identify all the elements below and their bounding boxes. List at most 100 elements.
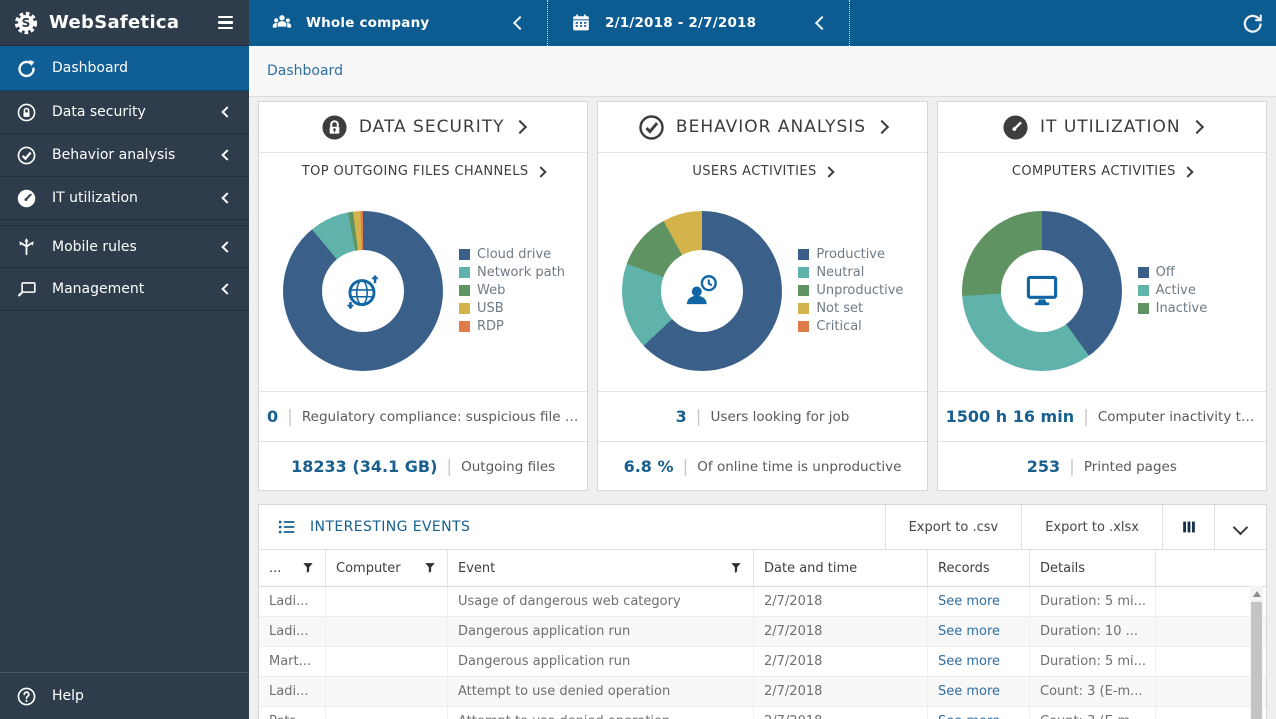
column-header-[interactable]: ... [259,550,326,586]
card-title-link[interactable]: BEHAVIOR ANALYSIS [598,102,927,153]
sidebar-item-help[interactable]: Help [0,672,249,719]
behavior-analysis-icon [16,145,37,166]
column-header-dateandtime[interactable]: Date and time [754,550,928,586]
see-more-link[interactable]: See more [928,647,1030,676]
menu-toggle-icon[interactable] [216,12,235,34]
sidebar-item-dashboard[interactable]: Dashboard [0,46,249,91]
legend-item: Unproductive [798,283,903,298]
legend-item: Inactive [1137,301,1207,316]
column-header-label: Event [458,560,496,576]
date-range-selector[interactable]: 2/1/2018 - 2/7/2018 [548,0,850,46]
chart-legend: Productive Neutral Unproductive Not set Crit… [798,247,903,334]
topbar-actions [850,0,1276,46]
table-cell: 2/7/2018 [754,707,928,719]
see-more-link[interactable]: See more [928,617,1030,646]
breadcrumb[interactable]: Dashboard [267,63,343,79]
chevron-left-icon [221,106,233,118]
events-panel-header: INTERESTING EVENTS Export to .csv Export… [259,505,1266,550]
filter-icon [729,561,743,575]
main-content: DATA SECURITY TOP OUTGOING FILES CHANNELS… [249,97,1276,719]
table-cell [326,707,448,719]
table-row[interactable]: Petr... Attempt to use denied operation2/… [259,707,1266,719]
dashboard-icon [16,58,37,79]
card-subtitle-link[interactable]: TOP OUTGOING FILES CHANNELS [259,153,587,190]
help-label: Help [52,688,84,704]
table-scrollbar[interactable] [1250,586,1263,719]
stat-value: 1500 h 16 min [945,407,1075,426]
sidebar-item-mobile-rules[interactable]: Mobile rules [0,225,249,268]
refresh-icon [1241,12,1264,35]
table-cell [326,647,448,676]
column-header-event[interactable]: Event [448,550,754,586]
collapse-panel-button[interactable] [1214,505,1266,549]
data-security-icon [16,102,37,123]
donut-chart [283,210,443,371]
table-row[interactable]: Ladi... Dangerous application run 2/7/2018… [259,617,1266,647]
sidebar-item-management[interactable]: Management [0,268,249,311]
table-cell: Ladi... [259,677,326,706]
sidebar-item-it-utilization[interactable]: IT utilization [0,177,249,220]
globe-sync-icon [340,268,386,314]
table-cell: Duration: 10 ... [1030,617,1156,646]
table-cell: Mart... [259,647,326,676]
table-cell [326,617,448,646]
events-table-header: ... Computer Event Date and time Records Deta… [259,550,1266,587]
dashboard-cards: DATA SECURITY TOP OUTGOING FILES CHANNELS… [258,101,1267,491]
table-cell: 2/7/2018 [754,647,928,676]
topbar: Whole company 2/1/2018 - 2/7/2018 [249,0,1276,46]
table-row[interactable]: Mart... Dangerous application run 2/7/2018… [259,647,1266,677]
donut-chart-row: Cloud drive Network path Web USB RDP [259,190,587,391]
scrollbar-thumb[interactable] [1251,602,1262,719]
column-header-computer[interactable]: Computer [326,550,448,586]
legend-label: Web [477,283,506,298]
it-utilization-badge-icon [1002,114,1029,141]
refresh-button[interactable] [1241,12,1264,35]
column-chooser-button[interactable] [1162,505,1214,549]
donut-chart-row: Off Active Inactive [938,190,1266,391]
chevron-right-icon [874,119,890,135]
scope-selector[interactable]: Whole company [249,0,548,46]
table-cell: 2/7/2018 [754,617,928,646]
legend-item: Not set [798,301,903,316]
table-row[interactable]: Ladi... Attempt to use denied operation 2/… [259,677,1266,707]
sidebar-nav: Dashboard Data security Behavior analysis I… [0,46,249,311]
card-subtitle-link[interactable]: USERS ACTIVITIES [598,153,926,190]
legend-item: Web [459,283,565,298]
user-clock-icon [679,268,725,314]
table-cell: Dangerous application run [448,617,754,646]
see-more-link[interactable]: See more [928,677,1030,706]
column-header-label: Date and time [764,560,858,576]
app-logo-icon: S [14,11,38,35]
card-title-link[interactable]: DATA SECURITY [259,102,588,153]
donut-hole [661,249,744,332]
users-group-icon [271,12,293,34]
card-subtitle-link[interactable]: COMPUTERS ACTIVITIES [938,153,1266,190]
export-xlsx-button[interactable]: Export to .xlsx [1021,505,1162,549]
column-header-label: Computer [336,560,401,576]
sidebar-item-behavior-analysis[interactable]: Behavior analysis [0,134,249,177]
see-more-link[interactable]: See more [928,587,1030,616]
table-cell: Petr... [259,707,326,719]
legend-item: Off [1137,265,1208,280]
sidebar: S WebSafetica Dashboard Data security Beha… [0,0,249,719]
sidebar-item-label: Mobile rules [52,238,137,255]
table-cell: Attempt to use denied operation [448,707,754,719]
column-header-records[interactable]: Records [928,550,1030,586]
table-row[interactable]: Ladi... Usage of dangerous web category 2/… [259,587,1266,617]
column-header-details[interactable]: Details [1030,550,1156,586]
see-more-link[interactable]: See more [928,707,1030,719]
scrollbar-up-arrow-icon[interactable] [1252,591,1261,597]
behavior-analysis-badge-icon [638,114,665,141]
chevron-left-icon [512,15,528,31]
breadcrumb-bar: Dashboard [249,46,1276,97]
stat-value: 3 [675,407,687,426]
app-logo-row: S WebSafetica [0,0,249,46]
filter-icon [301,561,315,575]
dashboard-card: DATA SECURITY TOP OUTGOING FILES CHANNELS… [258,101,589,491]
legend-label: Network path [477,265,565,280]
sidebar-item-data-security[interactable]: Data security [0,91,249,134]
export-csv-button[interactable]: Export to .csv [884,505,1022,549]
card-title-link[interactable]: IT UTILIZATION [937,102,1266,153]
legend-swatch [798,303,810,314]
legend-item: USB [459,301,565,316]
